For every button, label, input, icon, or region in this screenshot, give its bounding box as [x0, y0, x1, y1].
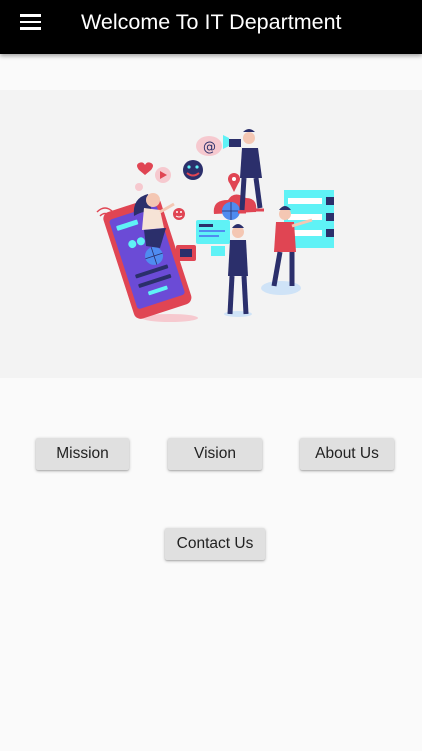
about-us-button[interactable]: About Us	[300, 438, 394, 470]
contact-us-button[interactable]: Contact Us	[165, 528, 265, 560]
svg-text:@: @	[203, 140, 216, 155]
page-title: Welcome To IT Department	[81, 10, 342, 34]
app-bar: Welcome To IT Department	[0, 0, 422, 54]
mission-button[interactable]: Mission	[36, 438, 129, 470]
digital-marketing-illustration: @	[96, 129, 334, 322]
hamburger-menu-icon[interactable]	[10, 6, 50, 38]
vision-button[interactable]: Vision	[168, 438, 262, 470]
banner: @	[0, 90, 422, 378]
